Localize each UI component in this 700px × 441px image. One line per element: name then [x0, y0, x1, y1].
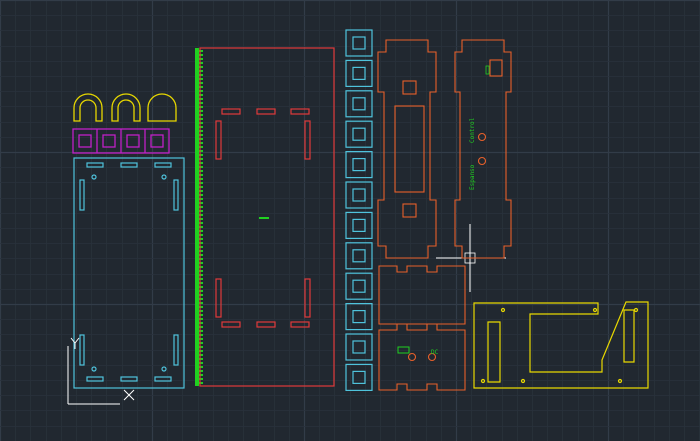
- drawing-grid: [0, 0, 700, 441]
- cyan-square-outer: [345, 59, 373, 88]
- cyan-square-inner: [352, 249, 366, 263]
- arch-clip-2: [111, 93, 141, 122]
- tooth-strip-base: [195, 48, 199, 386]
- bottom-part-text: DC: [431, 349, 439, 356]
- cyan-square-inner: [352, 188, 366, 202]
- dc-jack-marker: [397, 346, 410, 354]
- cyan-square-inner: [352, 36, 366, 50]
- cyan-square-inner: [352, 370, 366, 384]
- cyan-square-inner: [352, 218, 366, 232]
- cyan-square-outer: [345, 242, 373, 270]
- cyan-square-inner: [352, 310, 366, 324]
- cyan-square-column: [345, 29, 373, 391]
- cyan-square-outer: [345, 120, 373, 148]
- arch-clips: [73, 93, 177, 122]
- cyan-square-outer: [345, 363, 373, 391]
- cyan-square-outer: [345, 90, 373, 118]
- cyan-square-inner: [352, 66, 366, 81]
- cad-model-space-viewport[interactable]: Espanso Control DC X Y: [0, 0, 700, 441]
- cyan-square-outer: [345, 211, 373, 239]
- ucs-axis-icon: [67, 337, 135, 405]
- magenta-block-row: [72, 128, 170, 154]
- top-plate-text-a: Espanso: [469, 164, 476, 190]
- cyan-square-outer: [345, 272, 373, 300]
- cyan-square-inner: [352, 97, 366, 111]
- cyan-square-outer: [345, 29, 373, 57]
- yellow-bracket: [473, 301, 649, 389]
- cyan-square-outer: [345, 181, 373, 209]
- cyan-square-inner: [352, 279, 366, 293]
- cyan-square-inner: [352, 340, 366, 354]
- orange-plate-left: [377, 39, 437, 259]
- cyan-square-outer: [345, 333, 373, 361]
- top-plate-text-b: Control: [469, 117, 476, 143]
- cyan-square-inner: [352, 127, 366, 141]
- cyan-square-outer: [345, 151, 373, 179]
- cyan-square-outer: [345, 303, 373, 331]
- green-tooth-strip: [195, 48, 203, 386]
- cyan-square-inner: [352, 158, 366, 172]
- arch-clip-1: [73, 93, 103, 122]
